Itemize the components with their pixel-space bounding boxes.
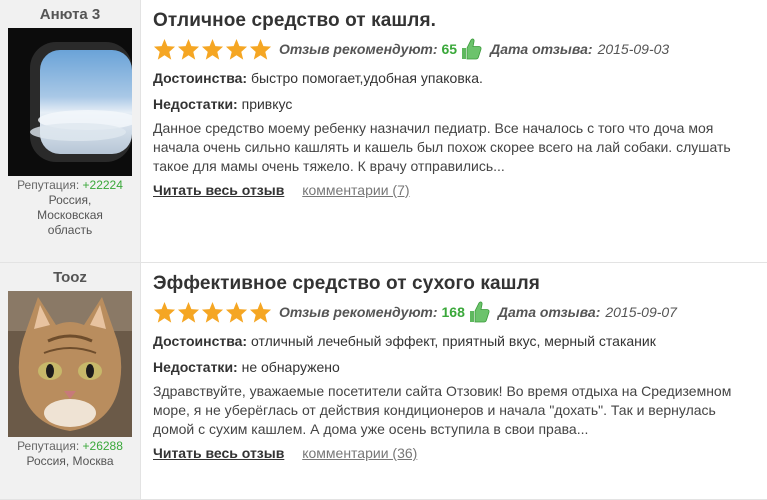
cons-label: Недостатки: (153, 96, 238, 112)
star-icon (249, 38, 272, 60)
recommend-count: 168 (441, 304, 465, 320)
review-links: Читать весь отзыв комментарии (36) (153, 445, 767, 461)
review-title[interactable]: Эффективное средство от сухого кашля (153, 272, 767, 296)
review-links: Читать весь отзыв комментарии (7) (153, 182, 767, 198)
recommend-count: 65 (441, 41, 458, 57)
star-icon (153, 301, 176, 323)
recommend-label: Отзыв рекомендуют: (279, 41, 438, 57)
pros: Достоинства: быстро помогает,удобная упа… (153, 68, 767, 88)
comments-link[interactable]: комментарии (36) (302, 445, 417, 461)
read-full-review-link[interactable]: Читать весь отзыв (153, 182, 284, 198)
rating-stars (153, 301, 272, 324)
date-label: Дата отзыва: (497, 304, 601, 320)
star-icon (201, 38, 224, 60)
cons-value: не обнаружено (241, 359, 340, 375)
reputation-value: +26288 (82, 439, 123, 453)
reputation-value: +22224 (82, 178, 123, 192)
username-link[interactable]: Tooz (0, 263, 140, 291)
read-full-review-link[interactable]: Читать весь отзыв (153, 445, 284, 461)
star-icon (249, 301, 272, 323)
review-meta: Отзыв рекомендуют: 168 Дата отзыва: 2015… (153, 299, 767, 325)
cons-value: привкус (241, 96, 293, 112)
recommend-label: Отзыв рекомендуют: (279, 304, 438, 320)
reputation-label: Репутация: (17, 439, 80, 453)
pros-value: быстро помогает,удобная упаковка. (251, 70, 483, 86)
user-location: Россия, Москва (26, 454, 114, 468)
pros-value: отличный лечебный эффект, приятный вкус,… (251, 333, 656, 349)
review-meta: Отзыв рекомендуют: 65 Дата отзыва: 2015-… (153, 36, 767, 62)
pros-label: Достоинства: (153, 333, 248, 349)
avatar[interactable] (8, 291, 132, 437)
reputation: Репутация: +22224 (0, 178, 140, 193)
user-location: Россия, Московская область (37, 193, 103, 237)
review-excerpt: Здравствуйте, уважаемые посетители сайта… (153, 383, 732, 437)
rating-stars (153, 38, 272, 61)
star-icon (153, 38, 176, 60)
pros-label: Достоинства: (153, 70, 248, 86)
star-icon (177, 38, 200, 60)
cons: Недостатки: привкус (153, 94, 767, 114)
review-title[interactable]: Отличное средство от кашля. (153, 9, 767, 33)
review-content: Отличное средство от кашля. Отзыв рекоме… (141, 0, 767, 262)
date-label: Дата отзыва: (490, 41, 593, 57)
star-icon (225, 38, 248, 60)
date-value: 2015-09-03 (597, 41, 670, 57)
author-panel: Анюта 3 Репутация: +22224 Россия, Москов… (0, 0, 141, 262)
reputation-label: Репутация: (17, 178, 80, 192)
review-card: Анюта 3 Репутация: +22224 Россия, Москов… (0, 0, 767, 263)
username-link[interactable]: Анюта 3 (0, 0, 140, 28)
review-card: Tooz Репутация: +26288 Россия, Москва Эф… (0, 263, 767, 500)
thumbs-up-icon[interactable] (460, 37, 482, 61)
review-excerpt: Данное средство моему ребенку назначил п… (153, 120, 731, 174)
date-value: 2015-09-07 (605, 304, 677, 320)
star-icon (177, 301, 200, 323)
review-content: Эффективное средство от сухого кашля Отз… (141, 263, 767, 499)
avatar[interactable] (8, 28, 132, 176)
author-panel: Tooz Репутация: +26288 Россия, Москва (0, 263, 141, 499)
cons: Недостатки: не обнаружено (153, 357, 767, 377)
reputation: Репутация: +26288 (0, 439, 140, 454)
pros: Достоинства: отличный лечебный эффект, п… (153, 331, 767, 351)
star-icon (201, 301, 224, 323)
star-icon (225, 301, 248, 323)
thumbs-up-icon[interactable] (468, 300, 490, 324)
comments-link[interactable]: комментарии (7) (302, 182, 409, 198)
cons-label: Недостатки: (153, 359, 238, 375)
